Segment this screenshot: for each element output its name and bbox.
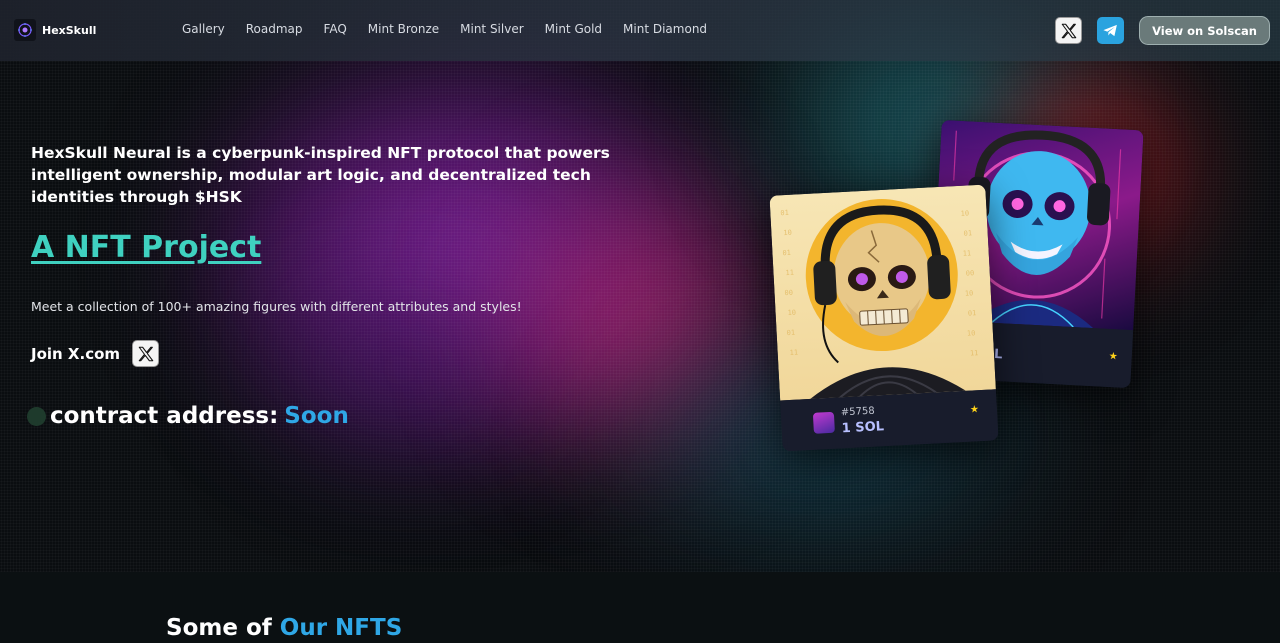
nav-link-gallery[interactable]: Gallery <box>182 22 225 36</box>
svg-text:10: 10 <box>787 309 796 317</box>
join-x-row: Join X.com <box>31 340 611 367</box>
nav-actions: View on Solscan <box>1055 16 1270 45</box>
svg-text:11: 11 <box>970 349 979 357</box>
svg-text:00: 00 <box>784 289 793 297</box>
hero-text: HexSkull Neural is a cyberpunk-inspired … <box>31 142 611 367</box>
nav-link-mint-bronze[interactable]: Mint Bronze <box>368 22 439 36</box>
svg-text:01: 01 <box>963 229 972 237</box>
telegram-button[interactable] <box>1097 17 1125 44</box>
nft-art-gold-skull: 01 10 01 11 00 10 01 11 10 01 11 00 10 01 10 11 <box>769 184 996 401</box>
avatar <box>812 411 835 434</box>
section-title-accent: Our NFTS <box>279 615 403 641</box>
status-dot-icon <box>27 406 46 426</box>
svg-text:01: 01 <box>786 329 795 337</box>
svg-text:10: 10 <box>783 229 792 237</box>
nav-link-faq[interactable]: FAQ <box>324 22 347 36</box>
contract-address-row: contract address: Soon <box>27 403 349 429</box>
our-nfts-section: Some of Our NFTS <box>0 572 1280 643</box>
x-logo-icon <box>1061 23 1076 38</box>
section-title: Some of Our NFTS <box>166 615 402 641</box>
svg-text:11: 11 <box>963 249 972 257</box>
nft-price: 1 SOL <box>841 419 885 437</box>
contract-address-label: contract address: <box>50 403 279 429</box>
project-title[interactable]: A NFT Project <box>31 230 611 265</box>
section-title-prefix: Some of <box>166 615 272 641</box>
nft-card-front[interactable]: 01 10 01 11 00 10 01 11 10 01 11 00 10 01 10 11 <box>769 184 999 452</box>
join-x-button[interactable] <box>132 340 160 367</box>
top-navbar: HexSkull Gallery Roadmap FAQ Mint Bronze… <box>0 0 1280 61</box>
svg-text:10: 10 <box>967 329 976 337</box>
svg-text:01: 01 <box>968 309 977 317</box>
nav-link-mint-gold[interactable]: Mint Gold <box>545 22 602 36</box>
view-on-solscan-button[interactable]: View on Solscan <box>1139 16 1270 45</box>
join-x-label: Join X.com <box>31 344 121 363</box>
x-logo-icon <box>138 346 153 361</box>
star-icon: ★ <box>1108 350 1119 363</box>
svg-text:11: 11 <box>785 269 794 277</box>
hexskull-logo-icon <box>14 19 36 41</box>
nft-id: #5758 <box>840 405 875 419</box>
star-icon: ★ <box>969 404 980 416</box>
svg-text:11: 11 <box>789 349 798 357</box>
svg-text:00: 00 <box>966 269 975 277</box>
svg-text:01: 01 <box>780 209 789 217</box>
contract-address-value: Soon <box>284 403 349 429</box>
nav-link-mint-diamond[interactable]: Mint Diamond <box>623 22 707 36</box>
brand-name: HexSkull <box>42 23 97 37</box>
x-button[interactable] <box>1055 17 1083 44</box>
brand[interactable]: HexSkull <box>14 19 96 41</box>
nav-links: Gallery Roadmap FAQ Mint Bronze Mint Sil… <box>182 22 728 36</box>
svg-text:01: 01 <box>782 249 791 257</box>
hero-headline: HexSkull Neural is a cyberpunk-inspired … <box>31 144 610 206</box>
svg-text:10: 10 <box>960 209 969 217</box>
svg-text:10: 10 <box>965 289 974 297</box>
nav-link-roadmap[interactable]: Roadmap <box>246 22 303 36</box>
nav-link-mint-silver[interactable]: Mint Silver <box>460 22 524 36</box>
hero-subtitle: Meet a collection of 100+ amazing figure… <box>31 299 522 314</box>
telegram-icon <box>1103 24 1117 37</box>
